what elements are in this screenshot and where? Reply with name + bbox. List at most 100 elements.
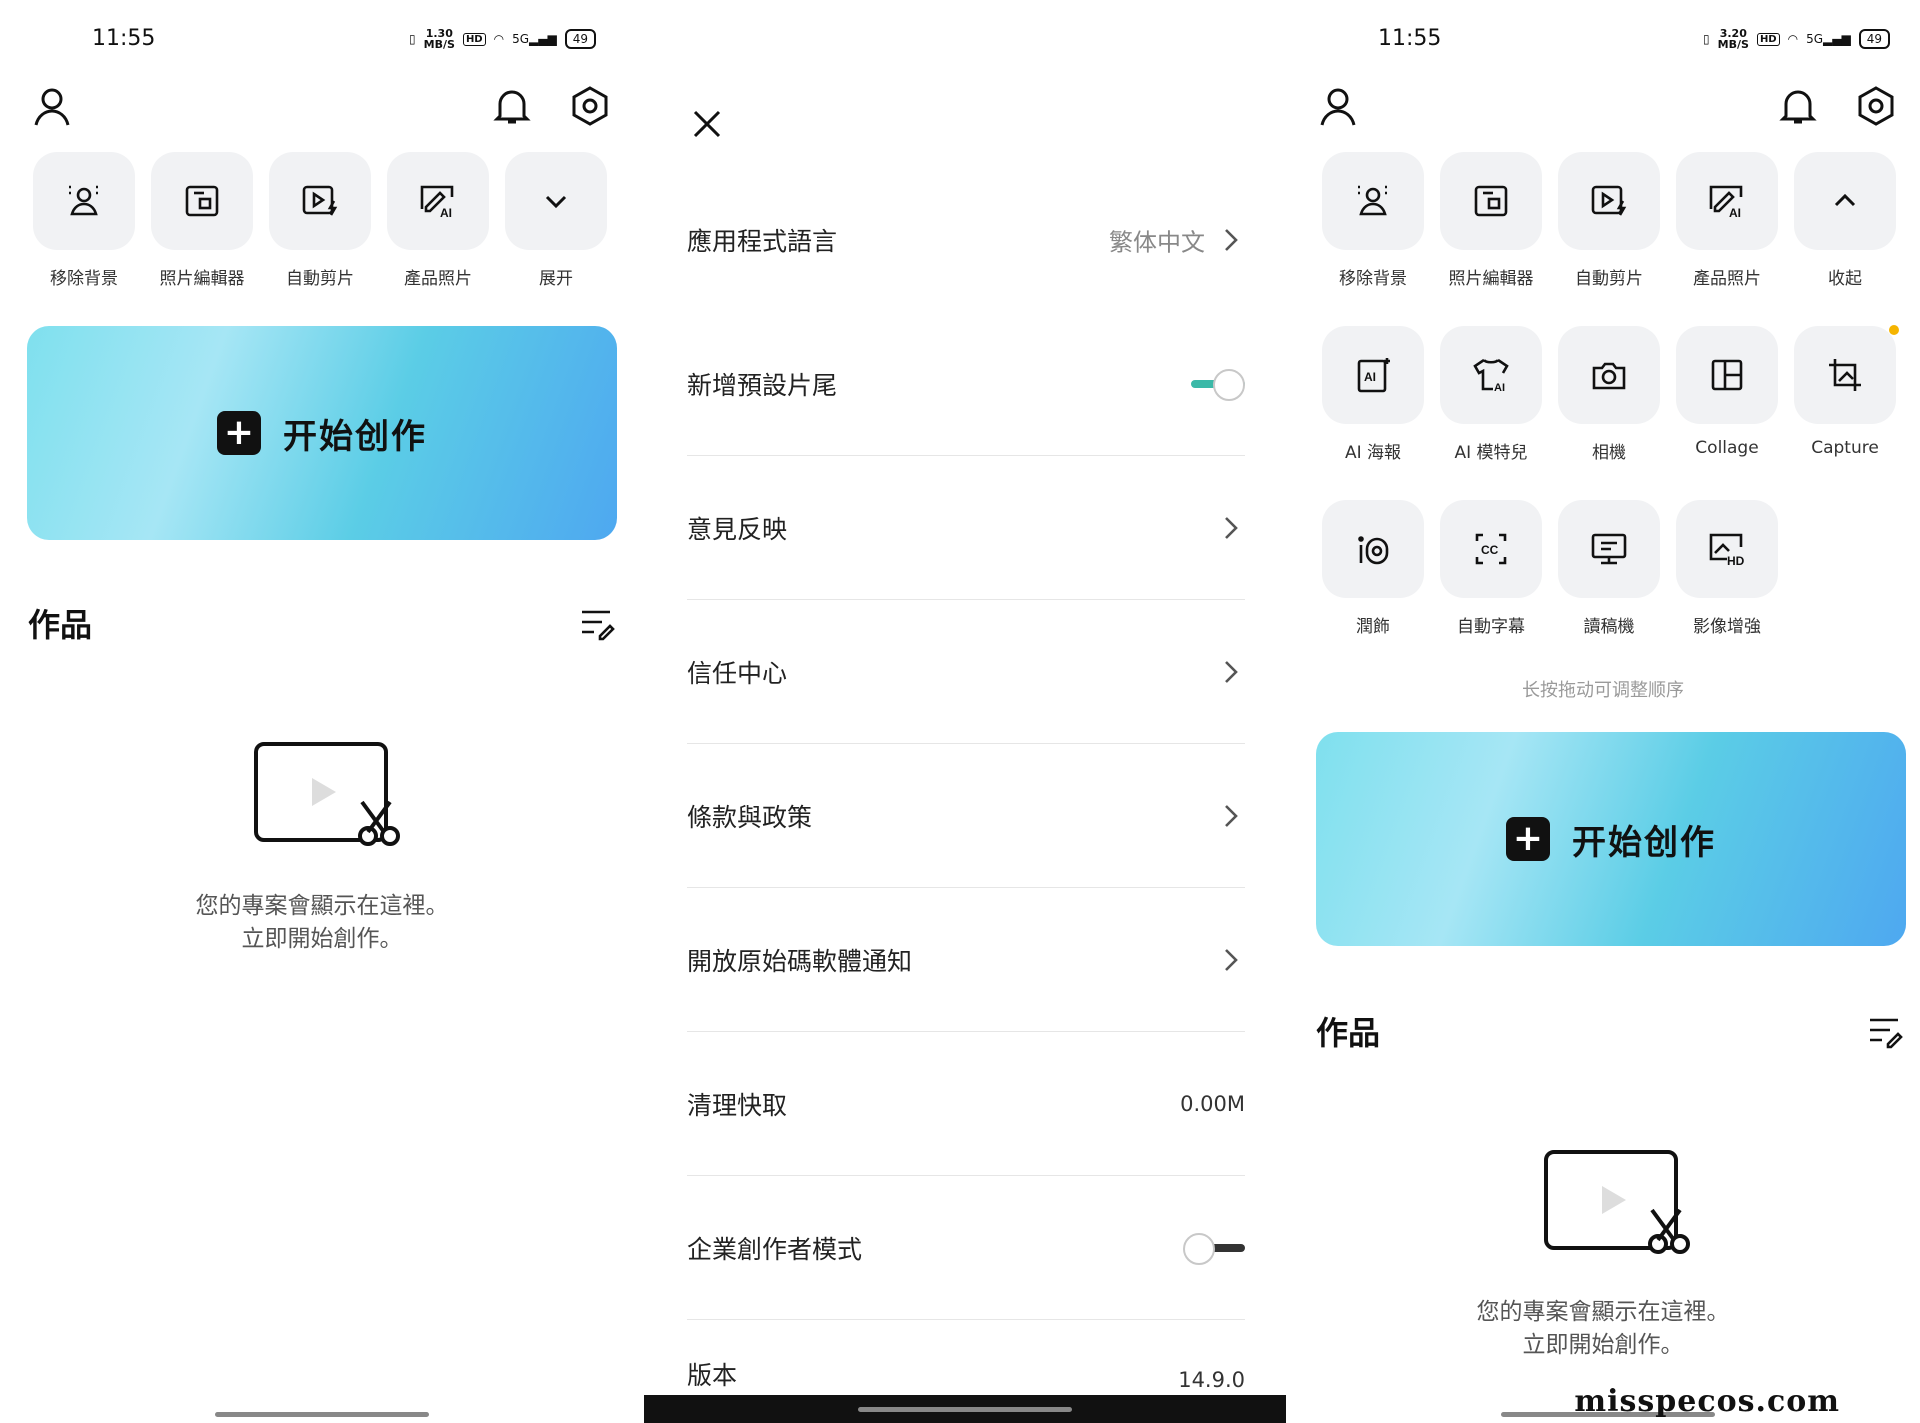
list-edit-icon[interactable] xyxy=(578,604,616,642)
close-icon[interactable] xyxy=(689,106,725,142)
home-screen-collapsed: 11:55 ▯ 1.30 MB/S HD ◠ 5G▂▄▆ 49 移除背景 照片編輯… xyxy=(0,0,644,1423)
reorder-hint: 长按拖动可调整顺序 xyxy=(1522,680,1684,701)
setting-app-language[interactable]: 應用程式語言 繁体中文 xyxy=(687,168,1245,312)
chevron-right-icon xyxy=(1225,805,1238,827)
tool-teleprompter[interactable]: 讀稿機 xyxy=(1558,500,1660,640)
status-time: 11:55 xyxy=(1378,26,1442,51)
tool-remove-background[interactable]: 移除背景 xyxy=(1322,152,1424,292)
signal-icon: 5G▂▄▆ xyxy=(1806,32,1851,46)
tool-auto-cut[interactable]: 自動剪片 xyxy=(1558,152,1660,292)
chevron-up-icon xyxy=(1834,193,1856,207)
status-bar: 11:55 ▯ 3.20 MB/S HD ◠ 5G▂▄▆ 49 xyxy=(1286,0,1920,80)
wifi-icon: ◠ xyxy=(493,32,505,46)
product-photo-icon: AI xyxy=(1709,185,1743,220)
start-create-button[interactable]: + 开始创作 xyxy=(27,326,617,540)
settings-screen: 應用程式語言 繁体中文 新增預設片尾 意見反映 信任中心 條款與政策 開放原始碼… xyxy=(644,0,1286,1423)
home-indicator[interactable] xyxy=(215,1412,429,1417)
svg-text:AI: AI xyxy=(440,206,452,220)
tool-collage[interactable]: Collage xyxy=(1676,326,1778,466)
list-edit-icon[interactable] xyxy=(1866,1012,1904,1050)
wifi-icon: ◠ xyxy=(1787,32,1799,46)
setting-feedback[interactable]: 意見反映 xyxy=(687,456,1245,600)
tool-ai-poster[interactable]: AI AI 海報 xyxy=(1322,326,1424,466)
battery-icon: 49 xyxy=(1858,29,1890,49)
empty-video-icon xyxy=(252,740,402,850)
tool-capture[interactable]: Capture xyxy=(1794,326,1896,466)
setting-default-outro: 新增預設片尾 xyxy=(687,312,1245,456)
setting-open-source[interactable]: 開放原始碼軟體通知 xyxy=(687,888,1245,1032)
capture-icon xyxy=(1829,359,1861,391)
hd-badge: HD xyxy=(462,32,486,46)
battery-icon: 49 xyxy=(564,29,596,49)
works-title: 作品 xyxy=(28,606,93,644)
bell-icon[interactable] xyxy=(490,84,534,128)
settings-icon[interactable] xyxy=(1854,84,1898,128)
svg-text:AI: AI xyxy=(1494,382,1505,394)
watermark: misspecos.com xyxy=(1574,1384,1840,1419)
auto-caption-icon: CC xyxy=(1475,533,1507,565)
photo-editor-icon xyxy=(1474,185,1508,217)
remove-background-icon xyxy=(1358,185,1388,216)
plus-icon: + xyxy=(1506,817,1550,861)
tool-product-photo[interactable]: AI 產品照片 xyxy=(387,152,489,292)
svg-text:AI: AI xyxy=(1364,370,1376,384)
tool-image-enhance[interactable]: HD 影像增強 xyxy=(1676,500,1778,640)
auto-cut-icon xyxy=(1591,185,1627,216)
tool-ai-model[interactable]: AI AI 模特兒 xyxy=(1440,326,1542,466)
tool-photo-editor[interactable]: 照片編輯器 xyxy=(1440,152,1542,292)
empty-message: 您的專案會顯示在這裡。 立即開始創作。 xyxy=(195,893,449,952)
profile-icon[interactable] xyxy=(30,84,74,128)
network-speed: 3.20 MB/S xyxy=(1717,27,1749,51)
svg-text:HD: HD xyxy=(1727,554,1745,568)
chevron-down-icon xyxy=(545,195,567,209)
start-create-button[interactable]: + 开始创作 xyxy=(1316,732,1906,946)
tool-retouch[interactable]: 潤飾 xyxy=(1322,500,1424,640)
works-title: 作品 xyxy=(1316,1014,1381,1052)
tool-collapse[interactable]: 收起 xyxy=(1794,152,1896,292)
hd-badge: HD xyxy=(1756,32,1780,46)
status-time: 11:55 xyxy=(92,26,156,51)
teleprompter-icon xyxy=(1591,533,1627,565)
setting-trust-center[interactable]: 信任中心 xyxy=(687,600,1245,744)
plus-icon: + xyxy=(217,411,261,455)
photo-editor-icon xyxy=(185,185,219,217)
tool-product-photo[interactable]: AI 產品照片 xyxy=(1676,152,1778,292)
status-icons: ▯ 3.20 MB/S HD ◠ 5G▂▄▆ 49 xyxy=(1703,28,1890,50)
setting-clear-cache[interactable]: 清理快取 0.00M xyxy=(687,1032,1245,1176)
chevron-right-icon xyxy=(1225,517,1238,539)
chevron-right-icon xyxy=(1225,229,1238,251)
default-outro-toggle[interactable] xyxy=(1183,367,1245,401)
profile-icon[interactable] xyxy=(1316,84,1360,128)
tool-auto-cut[interactable]: 自動剪片 xyxy=(269,152,371,292)
tool-photo-editor[interactable]: 照片編輯器 xyxy=(151,152,253,292)
business-creator-toggle[interactable] xyxy=(1183,1231,1245,1265)
collage-icon xyxy=(1711,359,1743,391)
tool-expand[interactable]: 展开 xyxy=(505,152,607,292)
tool-auto-caption[interactable]: CC 自動字幕 xyxy=(1440,500,1542,640)
setting-business-creator: 企業創作者模式 xyxy=(687,1176,1245,1320)
new-badge-dot xyxy=(1889,325,1899,335)
tool-camera[interactable]: 相機 xyxy=(1558,326,1660,466)
chevron-right-icon xyxy=(1225,661,1238,683)
home-screen-expanded: 11:55 ▯ 3.20 MB/S HD ◠ 5G▂▄▆ 49 移除背景 照片編輯… xyxy=(1286,0,1920,1423)
setting-terms-policies[interactable]: 條款與政策 xyxy=(687,744,1245,888)
network-speed: 1.30 MB/S xyxy=(423,27,455,51)
ai-poster-icon: AI xyxy=(1357,358,1390,393)
signal-icon: 5G▂▄▆ xyxy=(512,32,557,46)
settings-icon[interactable] xyxy=(568,84,612,128)
navigation-bar xyxy=(644,1395,1286,1423)
empty-video-icon xyxy=(1542,1148,1692,1258)
svg-text:CC: CC xyxy=(1481,543,1499,557)
vibrate-icon: ▯ xyxy=(1703,32,1710,46)
vibrate-icon: ▯ xyxy=(409,32,416,46)
setting-version: 版本 14.9.0 xyxy=(687,1361,1245,1392)
empty-message: 您的專案會顯示在這裡。 立即開始創作。 xyxy=(1476,1299,1730,1358)
svg-text:AI: AI xyxy=(1729,206,1741,220)
status-bar: 11:55 ▯ 1.30 MB/S HD ◠ 5G▂▄▆ 49 xyxy=(0,0,644,80)
ai-model-icon: AI xyxy=(1473,358,1509,394)
tool-remove-background[interactable]: 移除背景 xyxy=(33,152,135,292)
bell-icon[interactable] xyxy=(1776,84,1820,128)
home-indicator[interactable] xyxy=(858,1407,1072,1412)
auto-cut-icon xyxy=(302,185,338,216)
status-icons: ▯ 1.30 MB/S HD ◠ 5G▂▄▆ 49 xyxy=(409,28,596,50)
